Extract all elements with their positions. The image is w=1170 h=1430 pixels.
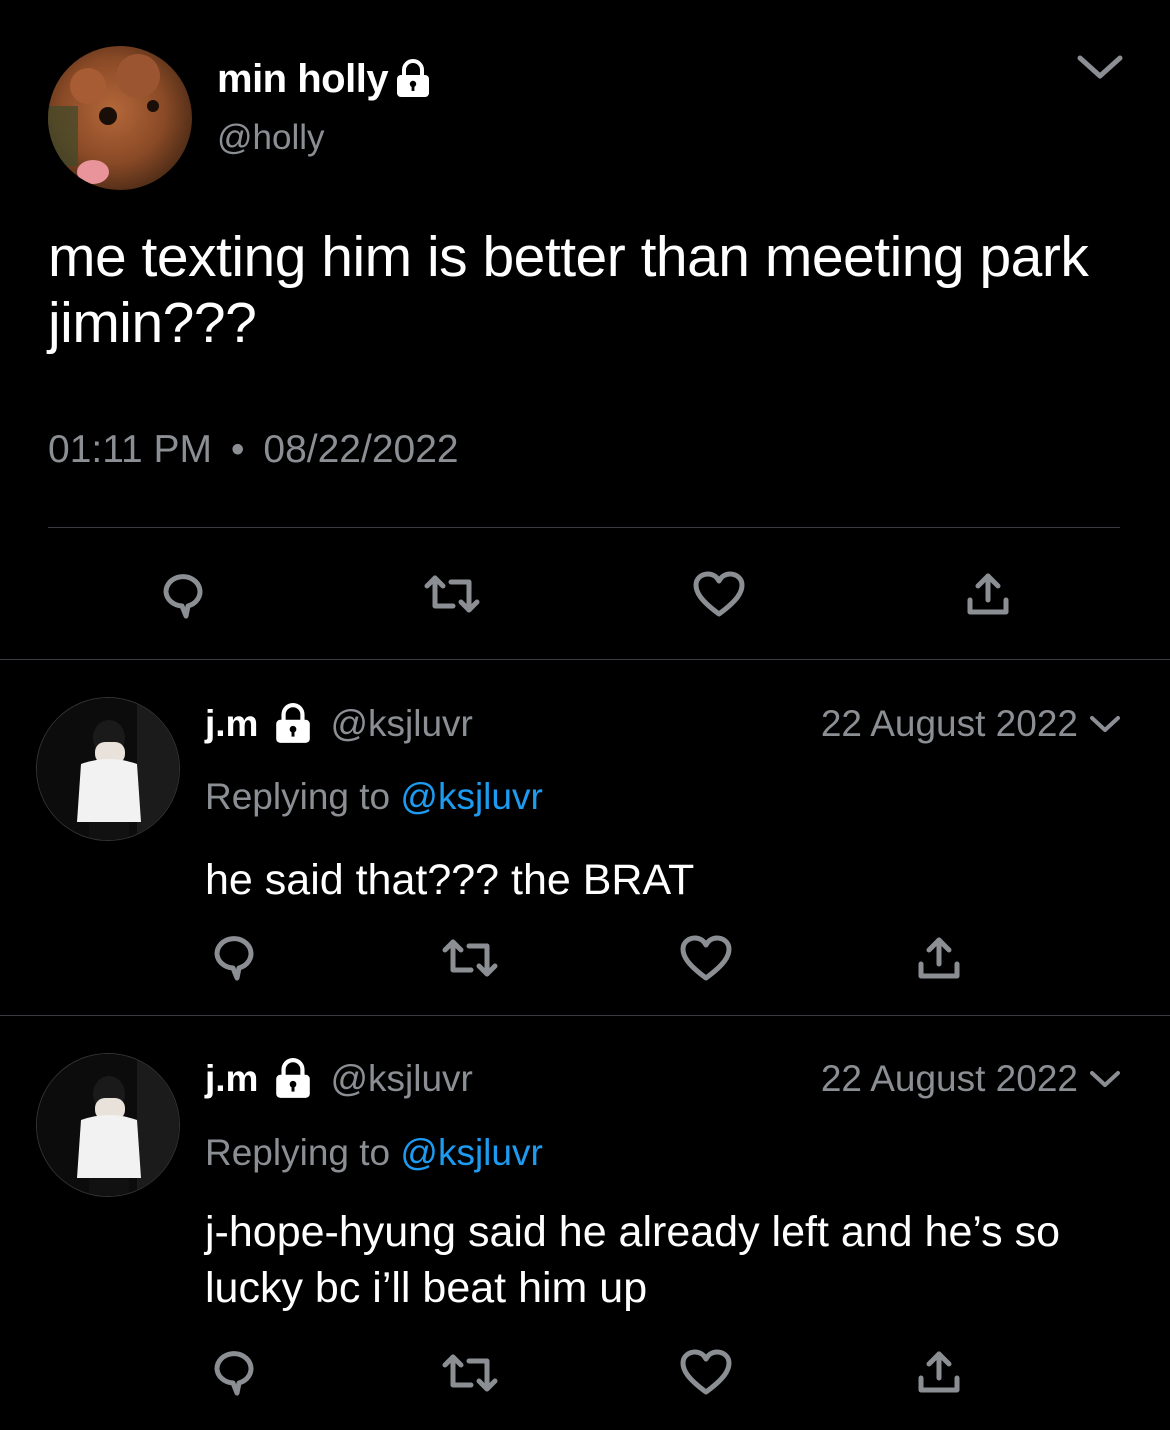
chevron-down-icon[interactable] [1076,52,1124,82]
reply-icon[interactable] [209,1345,261,1397]
share-icon[interactable] [964,570,1012,618]
lock-icon [272,1058,314,1100]
tweet-date: 08/22/2022 [263,428,459,471]
tweet-text: me texting him is better than meeting pa… [48,225,1089,355]
avatar[interactable] [36,697,180,841]
heart-icon[interactable] [679,934,733,982]
reply-text: j-hope-hyung said he already left and he… [205,1208,1061,1312]
timestamp-separator: • [230,428,245,471]
retweet-icon[interactable] [441,1351,499,1395]
divider [48,527,1120,528]
tweet-timestamp: 01:11 PM • 08/22/2022 [48,428,459,472]
retweet-icon[interactable] [441,936,499,980]
share-icon[interactable] [915,1348,963,1396]
replying-to-link[interactable]: @ksjluvr [400,1132,542,1173]
divider [0,659,1170,660]
replying-to: Replying to @ksjluvr [205,1132,543,1174]
reply-text: he said that??? the BRAT [205,856,695,904]
divider [0,1015,1170,1016]
retweet-icon[interactable] [423,572,481,616]
share-icon[interactable] [915,934,963,982]
author-name[interactable]: j.m [205,1058,258,1100]
avatar[interactable] [36,1053,180,1197]
replying-to-link[interactable]: @ksjluvr [400,776,542,817]
avatar[interactable] [48,46,192,190]
reply-icon[interactable] [209,930,261,982]
author-handle[interactable]: @ksjluvr [330,703,472,745]
author-name[interactable]: j.m [205,703,258,745]
replying-prefix: Replying to [205,1132,391,1173]
chevron-down-icon[interactable] [1088,712,1122,736]
tweet-time: 01:11 PM [48,428,213,471]
author-name[interactable]: min holly [217,57,389,102]
chevron-down-icon[interactable] [1088,1067,1122,1091]
reply-date: 22 August 2022 [820,703,1078,744]
heart-icon[interactable] [692,570,746,618]
author-handle[interactable]: @holly [217,118,325,158]
replying-prefix: Replying to [205,776,391,817]
author-handle[interactable]: @ksjluvr [330,1058,472,1100]
reply-icon[interactable] [158,568,210,620]
heart-icon[interactable] [679,1348,733,1396]
lock-icon [394,59,432,99]
replying-to: Replying to @ksjluvr [205,776,543,818]
lock-icon [272,703,314,745]
reply-date: 22 August 2022 [820,1058,1078,1099]
